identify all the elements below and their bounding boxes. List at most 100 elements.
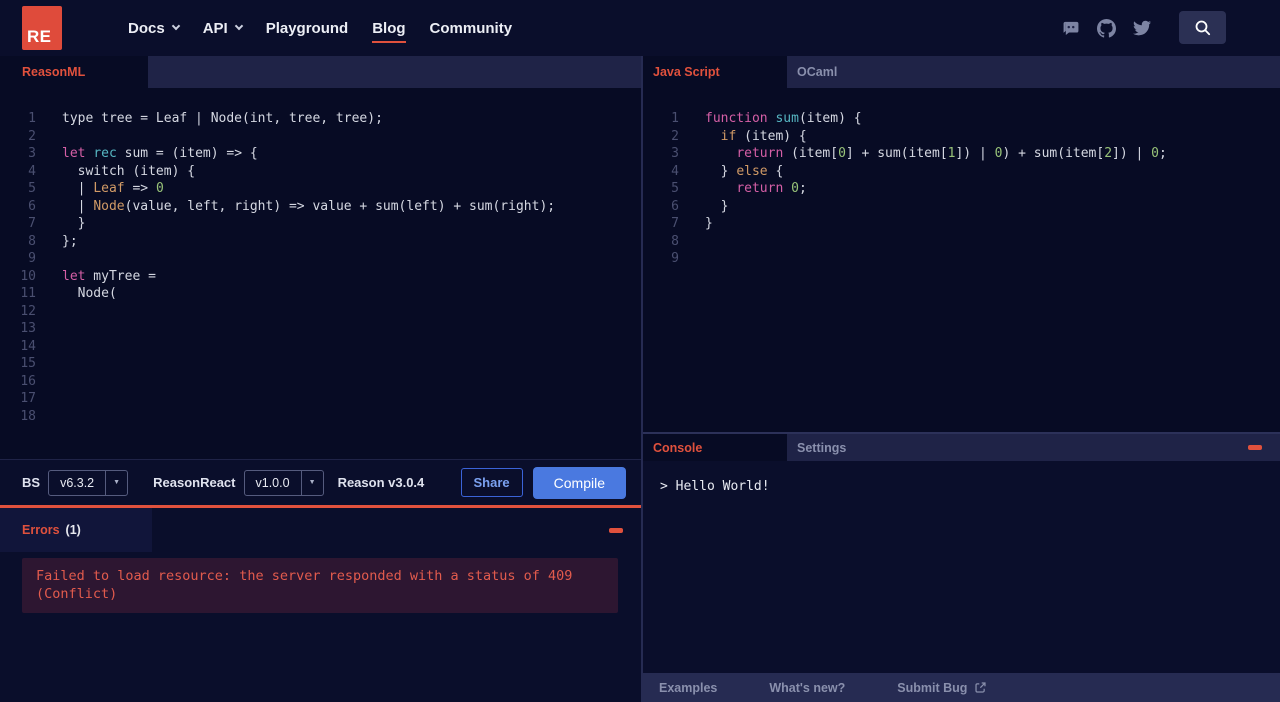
reason-logo[interactable]: RE: [22, 6, 62, 50]
right-panel: Java Script OCaml 1 function sum(item) {2…: [641, 56, 1280, 702]
line-number: 5: [28, 181, 36, 196]
line-number: 11: [20, 286, 36, 301]
errors-title: Errors: [22, 523, 60, 537]
line-number: 15: [20, 356, 36, 371]
twitter-icon[interactable]: [1133, 19, 1151, 37]
code-line: 5 | Leaf => 0: [0, 180, 641, 198]
line-number: 13: [20, 321, 36, 336]
code-line: 3 let rec sum = (item) => {: [0, 145, 641, 163]
code-line: 6 | Node(value, left, right) => value + …: [0, 198, 641, 216]
code-line: 4 } else {: [643, 163, 1280, 181]
code-line: 10 let myTree =: [0, 268, 641, 286]
line-number: 5: [671, 181, 679, 196]
left-toolbar: BS v6.3.2 ▼ ReasonReact v1.0.0 ▼ Reason …: [0, 459, 641, 505]
line-number: 14: [20, 338, 36, 354]
line-number: 12: [20, 303, 36, 319]
code-line: 14: [0, 338, 641, 356]
reasonreact-label: ReasonReact: [153, 475, 236, 490]
code-line: 1 type tree = Leaf | Node(int, tree, tree…: [0, 110, 641, 128]
nav-item-blog[interactable]: Blog: [372, 14, 406, 43]
chevron-down-icon: [234, 21, 243, 31]
reasonreact-version-dropdown[interactable]: v1.0.0 ▼: [243, 469, 324, 496]
left-panel: ReasonML 1 type tree = Leaf | Node(int, t…: [0, 56, 641, 702]
chevron-down-icon: [171, 21, 180, 31]
code-line: 17: [0, 390, 641, 408]
code-line: 2 if (item) {: [643, 128, 1280, 146]
nav-item-api[interactable]: API: [202, 14, 243, 43]
reasonreact-version-value: v1.0.0: [255, 475, 290, 490]
submit-bug-link[interactable]: Submit Bug: [897, 681, 987, 695]
line-number: 1: [671, 111, 679, 126]
left-tabbar: ReasonML: [0, 56, 641, 88]
line-number: 17: [20, 391, 36, 406]
nav-item-docs[interactable]: Docs: [128, 14, 180, 43]
code-line: 16: [0, 373, 641, 391]
code-line: 7 }: [0, 215, 641, 233]
nav-links: Docs API Playground Blog Community: [128, 14, 512, 43]
bs-version-dropdown[interactable]: v6.3.2 ▼: [48, 469, 129, 496]
line-number: 9: [28, 251, 36, 266]
examples-link[interactable]: Examples: [659, 681, 717, 695]
js-output-editor[interactable]: 1 function sum(item) {2 if (item) {3 retu…: [643, 88, 1280, 432]
line-number: 6: [671, 198, 679, 214]
nav-item-label: Docs: [128, 19, 165, 37]
code-line: 12: [0, 303, 641, 321]
nav-item-playground[interactable]: Playground: [266, 14, 349, 43]
tab-ocaml[interactable]: OCaml: [787, 56, 931, 88]
right-footer: Examples What's new? Submit Bug: [643, 673, 1280, 702]
reason-editor[interactable]: 1 type tree = Leaf | Node(int, tree, tree…: [0, 88, 641, 459]
line-number: 7: [671, 216, 679, 231]
tab-javascript[interactable]: Java Script: [643, 56, 787, 88]
code-line: 2: [0, 128, 641, 146]
share-button[interactable]: Share: [460, 468, 523, 497]
line-number: 3: [671, 146, 679, 161]
errors-count: (1): [65, 523, 81, 537]
whats-new-link[interactable]: What's new?: [769, 681, 845, 695]
tab-settings[interactable]: Settings: [787, 434, 931, 461]
tab-errors[interactable]: Errors (1): [0, 508, 152, 552]
bs-label: BS: [22, 475, 41, 490]
line-number: 4: [671, 163, 679, 179]
code-line: 5 return 0;: [643, 180, 1280, 198]
nav-item-label: Blog: [372, 19, 406, 37]
nav-item-label: Playground: [265, 19, 349, 37]
code-line: 4 switch (item) {: [0, 163, 641, 181]
nav-item-community[interactable]: Community: [430, 14, 513, 43]
line-number: 8: [28, 233, 36, 249]
submit-bug-label: Submit Bug: [897, 680, 968, 695]
line-number: 2: [671, 128, 679, 144]
line-number: 8: [671, 233, 679, 249]
bs-version-value: v6.3.2: [60, 475, 95, 490]
line-number: 4: [28, 163, 36, 179]
console-log-line: > Hello World!: [660, 479, 770, 494]
main-split: ReasonML 1 type tree = Leaf | Node(int, t…: [0, 56, 1280, 702]
dropdown-arrow-icon: ▼: [105, 470, 127, 495]
code-line: 1 function sum(item) {: [643, 110, 1280, 128]
code-line: 6 }: [643, 198, 1280, 216]
line-number: 6: [28, 198, 36, 214]
line-number: 7: [28, 216, 36, 231]
nav-item-label: API: [202, 19, 228, 37]
search-button[interactable]: [1179, 11, 1226, 44]
collapse-errors-icon[interactable]: [609, 528, 623, 533]
tab-reasonml[interactable]: ReasonML: [0, 56, 148, 88]
line-number: 10: [20, 268, 36, 284]
line-number: 16: [20, 373, 36, 389]
github-icon[interactable]: [1097, 18, 1116, 38]
collapse-console-icon[interactable]: [1248, 445, 1262, 450]
console-output: > Hello World!: [643, 461, 1280, 673]
nav-item-label: Community: [429, 19, 513, 37]
console-header: Console Settings: [643, 432, 1280, 461]
line-number: 3: [28, 146, 36, 161]
reason-version-text: Reason v3.0.4: [337, 475, 425, 490]
code-line: 15: [0, 355, 641, 373]
external-link-icon: [975, 682, 986, 693]
discord-icon[interactable]: [1062, 19, 1080, 37]
tab-console[interactable]: Console: [643, 434, 787, 461]
compile-button[interactable]: Compile: [532, 466, 626, 499]
reasonml-playground: RE Docs API Playground Blog Community Re…: [0, 0, 1280, 702]
dropdown-arrow-icon: ▼: [300, 470, 323, 495]
code-line: 9: [643, 250, 1280, 268]
code-line: 8};: [0, 233, 641, 251]
right-tabbar: Java Script OCaml: [643, 56, 1280, 88]
